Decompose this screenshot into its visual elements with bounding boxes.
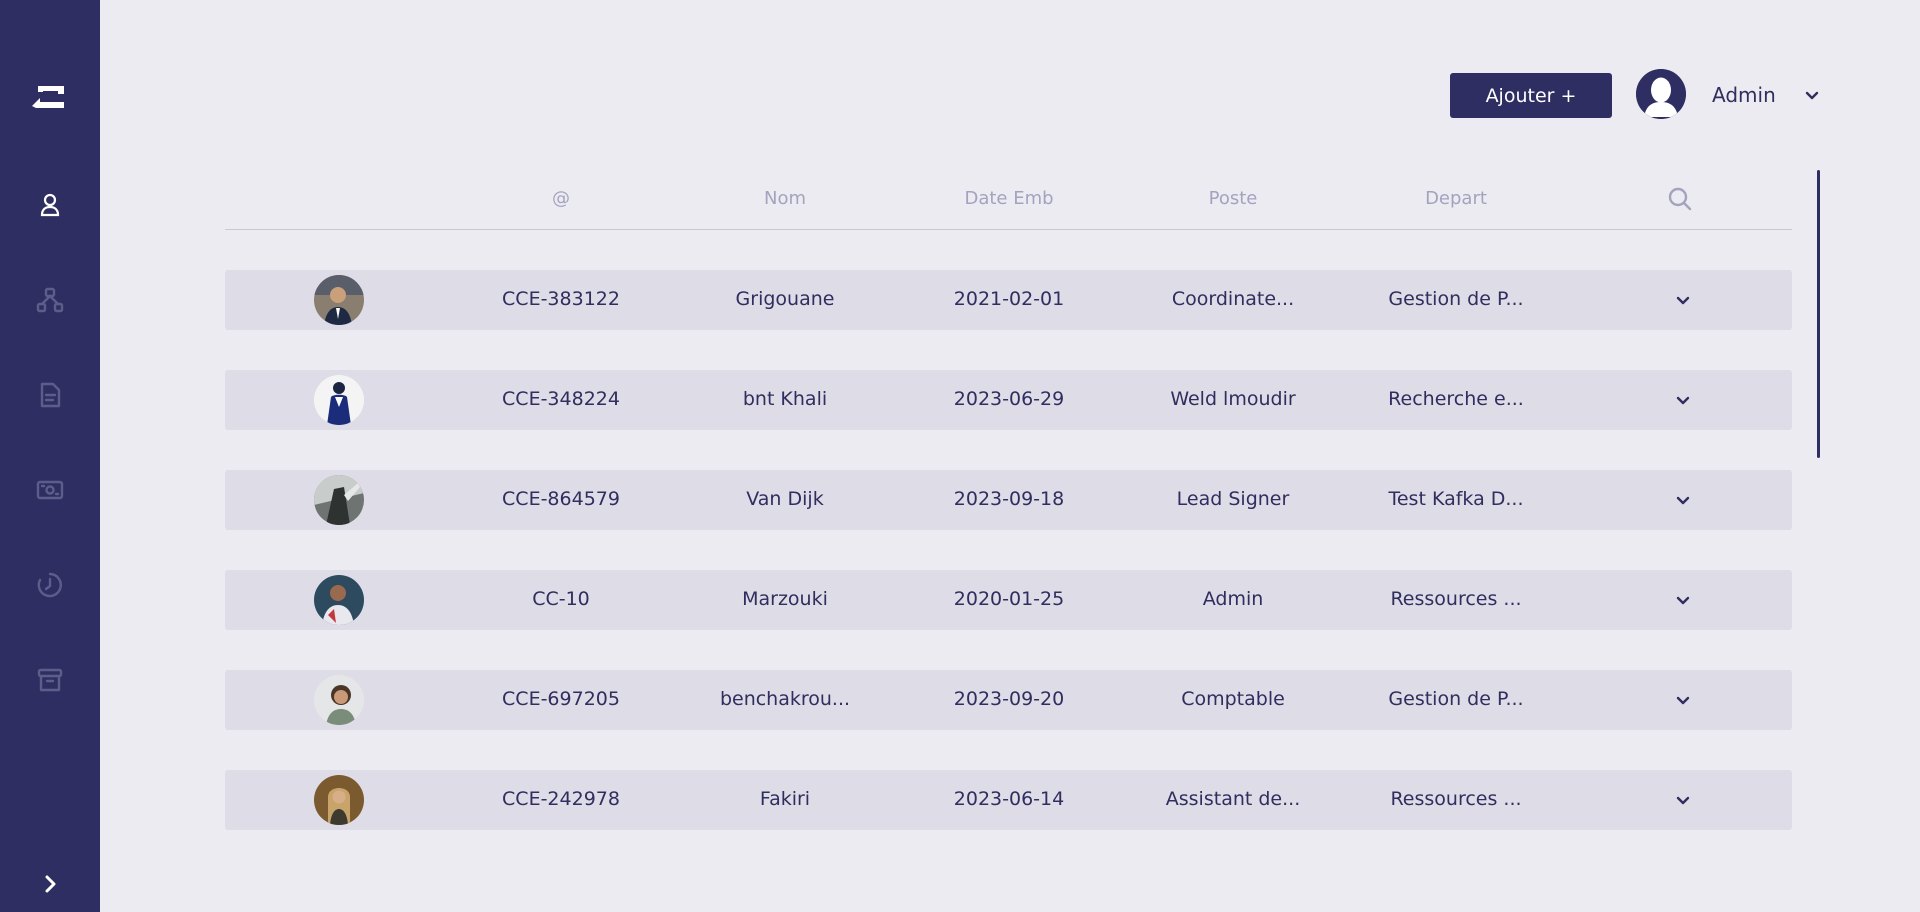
search-icon[interactable] bbox=[1667, 186, 1693, 212]
photo-icon bbox=[314, 775, 364, 825]
column-header-nom[interactable]: Nom bbox=[685, 188, 885, 209]
cell-poste: Assistant de... bbox=[1165, 788, 1301, 810]
table-row[interactable]: CC-10 Marzouki 2020-01-25 Admin Ressourc… bbox=[225, 570, 1792, 630]
chevron-right-icon[interactable] bbox=[38, 872, 62, 896]
employee-avatar bbox=[314, 675, 364, 725]
sidebar-item-organisation[interactable] bbox=[35, 285, 65, 315]
cell-depart: Test Kafka D... bbox=[1388, 488, 1524, 510]
employee-avatar bbox=[314, 375, 364, 425]
cell-date-emb: 2023-09-18 bbox=[953, 488, 1065, 510]
sidebar-item-payroll[interactable] bbox=[35, 475, 65, 505]
table-row[interactable]: CCE-697205 benchakrou... 2023-09-20 Comp… bbox=[225, 670, 1792, 730]
employee-avatar bbox=[314, 775, 364, 825]
chevron-down-icon[interactable] bbox=[1802, 85, 1822, 105]
chevron-down-icon[interactable] bbox=[1673, 290, 1693, 310]
photo-icon bbox=[314, 475, 364, 525]
user-icon bbox=[40, 193, 60, 217]
cell-poste: Admin bbox=[1202, 588, 1264, 610]
user-name[interactable]: Admin bbox=[1712, 83, 1776, 107]
cell-id: CCE-697205 bbox=[502, 688, 620, 710]
chevron-down-icon[interactable] bbox=[1673, 690, 1693, 710]
sidebar bbox=[0, 0, 100, 912]
cell-nom: Fakiri bbox=[759, 788, 811, 810]
cell-date-emb: 2023-06-14 bbox=[953, 788, 1065, 810]
logo-icon[interactable] bbox=[30, 78, 70, 114]
cell-poste: Weld lmoudir bbox=[1170, 388, 1296, 410]
cell-poste: Lead Signer bbox=[1176, 488, 1290, 510]
table-row[interactable]: CCE-242978 Fakiri 2023-06-14 Assistant d… bbox=[225, 770, 1792, 830]
cell-poste: Comptable bbox=[1181, 688, 1285, 710]
cell-depart: Ressources ... bbox=[1390, 588, 1522, 610]
cell-nom: benchakrou... bbox=[719, 688, 851, 710]
column-header-poste[interactable]: Poste bbox=[1133, 188, 1333, 209]
photo-icon bbox=[314, 375, 364, 425]
cell-id: CCE-864579 bbox=[502, 488, 620, 510]
scrollbar[interactable] bbox=[1817, 170, 1820, 458]
cell-poste: Coordinate... bbox=[1171, 288, 1295, 310]
cell-nom: Grigouane bbox=[735, 288, 835, 310]
employee-avatar bbox=[314, 275, 364, 325]
table-row[interactable]: CCE-348224 bnt Khali 2023-06-29 Weld lmo… bbox=[225, 370, 1792, 430]
column-header-depart[interactable]: Depart bbox=[1356, 188, 1556, 209]
cell-nom: Van Dijk bbox=[746, 488, 824, 510]
photo-icon bbox=[314, 275, 364, 325]
cell-nom: Marzouki bbox=[742, 588, 828, 610]
cell-depart: Gestion de P... bbox=[1388, 688, 1524, 710]
cell-nom: bnt Khali bbox=[742, 388, 828, 410]
archive-icon bbox=[37, 668, 63, 692]
sidebar-item-attendance[interactable] bbox=[35, 570, 65, 600]
user-avatar[interactable] bbox=[1636, 69, 1686, 119]
employee-avatar bbox=[314, 575, 364, 625]
cell-date-emb: 2023-06-29 bbox=[953, 388, 1065, 410]
chevron-down-icon[interactable] bbox=[1673, 490, 1693, 510]
column-header-date-emb[interactable]: Date Emb bbox=[909, 188, 1109, 209]
cell-date-emb: 2020-01-25 bbox=[953, 588, 1065, 610]
employee-avatar bbox=[314, 475, 364, 525]
cell-depart: Recherche e... bbox=[1388, 388, 1524, 410]
sidebar-item-archive[interactable] bbox=[35, 665, 65, 695]
cell-depart: Ressources ... bbox=[1390, 788, 1522, 810]
payroll-icon bbox=[36, 480, 64, 500]
table-row[interactable]: CCE-864579 Van Dijk 2023-09-18 Lead Sign… bbox=[225, 470, 1792, 530]
table-header: @ Nom Date Emb Poste Depart bbox=[225, 170, 1792, 230]
sidebar-item-documents[interactable] bbox=[35, 380, 65, 410]
cell-depart: Gestion de P... bbox=[1388, 288, 1524, 310]
org-chart-icon bbox=[36, 287, 64, 313]
chevron-down-icon[interactable] bbox=[1673, 390, 1693, 410]
cell-date-emb: 2021-02-01 bbox=[953, 288, 1065, 310]
table-row[interactable]: CCE-383122 Grigouane 2021-02-01 Coordina… bbox=[225, 270, 1792, 330]
add-employee-button[interactable]: Ajouter + bbox=[1450, 73, 1612, 118]
photo-icon bbox=[314, 675, 364, 725]
cell-date-emb: 2023-09-20 bbox=[953, 688, 1065, 710]
user-silhouette-icon bbox=[1636, 69, 1686, 119]
chevron-down-icon[interactable] bbox=[1673, 790, 1693, 810]
document-icon bbox=[40, 382, 61, 408]
cell-id: CC-10 bbox=[532, 588, 590, 610]
column-header-id[interactable]: @ bbox=[461, 188, 661, 209]
photo-icon bbox=[314, 575, 364, 625]
time-icon bbox=[37, 572, 62, 598]
cell-id: CCE-383122 bbox=[502, 288, 620, 310]
cell-id: CCE-242978 bbox=[502, 788, 620, 810]
sidebar-item-employees[interactable] bbox=[35, 190, 65, 220]
chevron-down-icon[interactable] bbox=[1673, 590, 1693, 610]
cell-id: CCE-348224 bbox=[502, 388, 620, 410]
